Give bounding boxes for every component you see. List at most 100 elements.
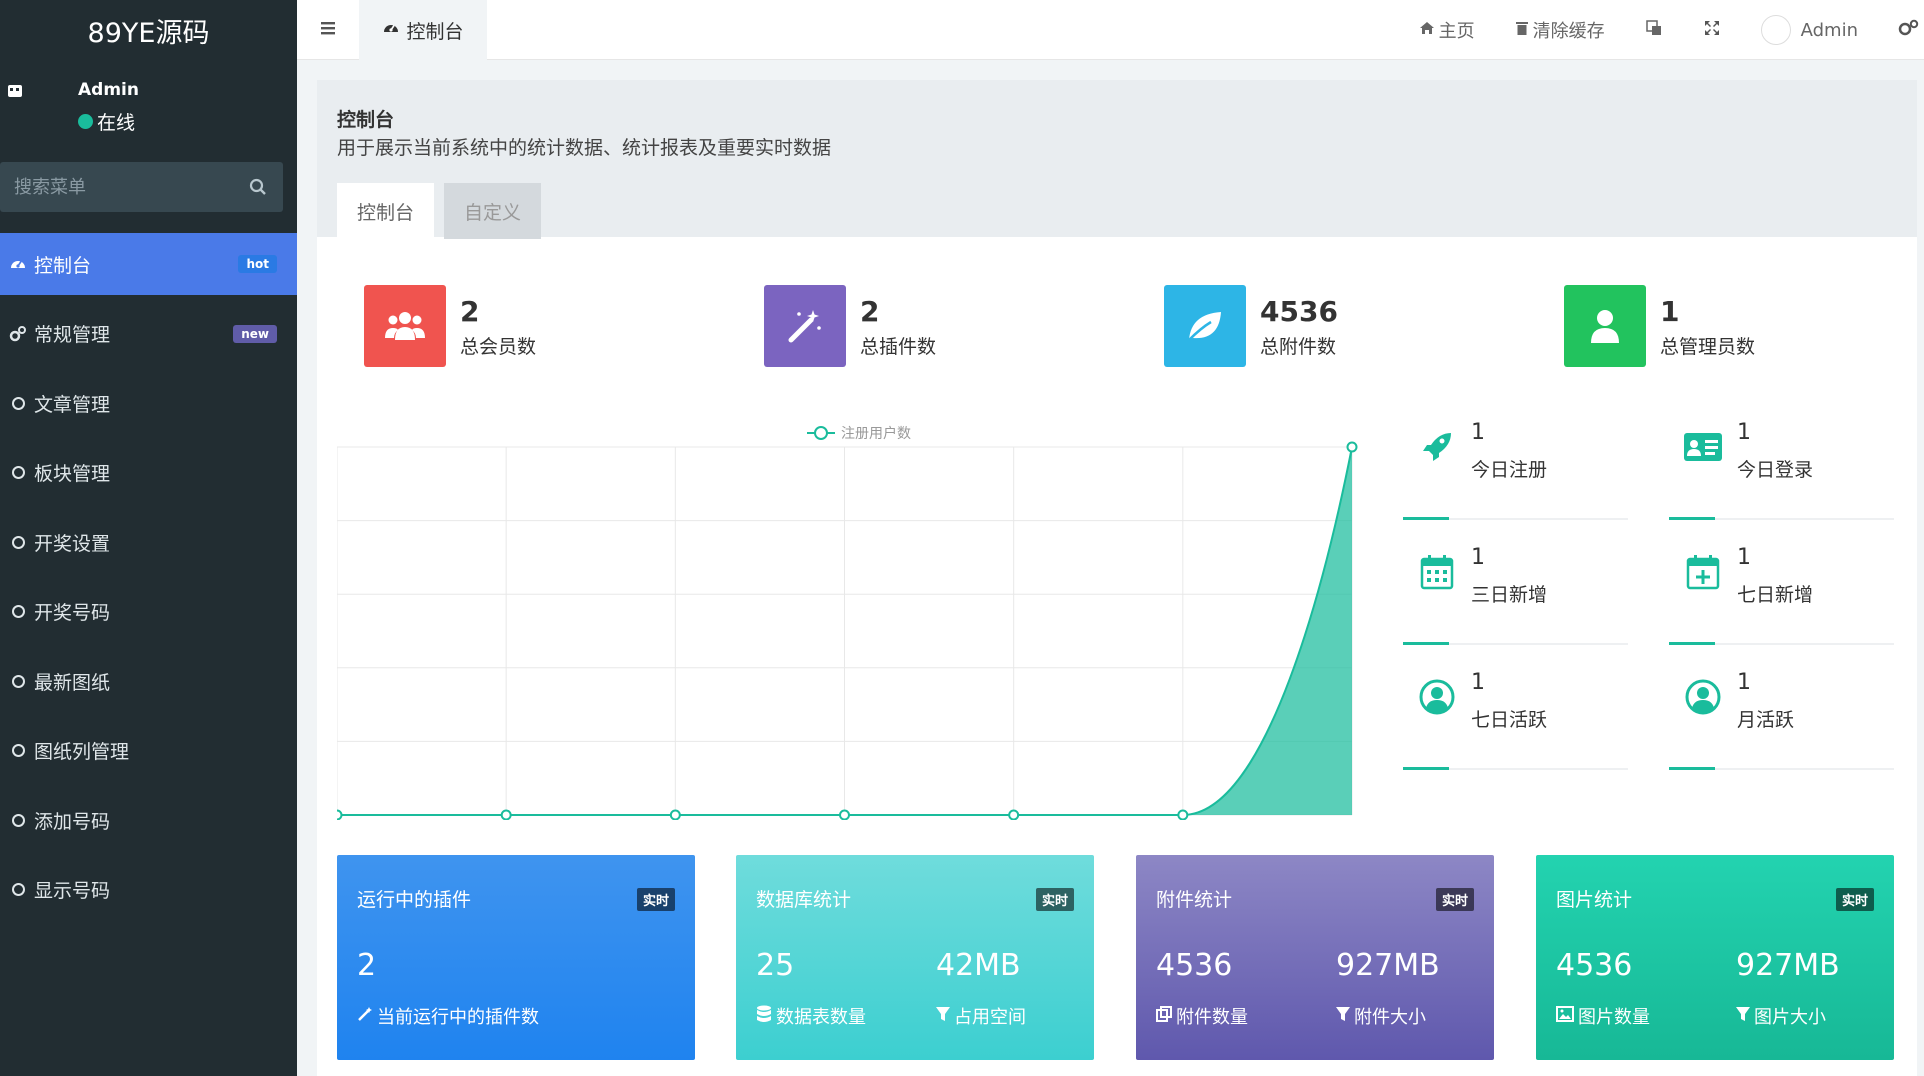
user-status: 在线	[78, 108, 135, 135]
circle-icon	[8, 880, 28, 900]
avatar	[1760, 15, 1791, 45]
card-value: 4536	[1556, 948, 1633, 983]
admin-dropdown[interactable]: Admin	[1741, 15, 1878, 45]
stat-label: 总附件数	[1260, 335, 1337, 358]
card-subtitle-2: 占用空间	[936, 1003, 1026, 1029]
home-icon	[1419, 20, 1435, 41]
sidebar-item-general[interactable]: 常规管理 new	[0, 303, 297, 365]
data-point	[669, 809, 681, 820]
mini-stat-label: 月活跃	[1737, 709, 1795, 731]
dashboard-icon	[8, 254, 28, 274]
card-title: 运行中的插件	[357, 889, 472, 911]
card-value: 25	[756, 948, 795, 983]
mini-stat-value: 1	[1737, 420, 1751, 445]
sidebar-search	[0, 162, 283, 212]
avatar[interactable]	[6, 82, 56, 132]
sidebar-item-label: 控制台	[34, 254, 92, 277]
mini-stat-bar	[1669, 517, 1715, 520]
hamburger-menu-icon[interactable]	[319, 18, 339, 38]
brand-logo[interactable]: 89YE源码	[0, 0, 297, 60]
mini-stat-value: 1	[1737, 545, 1751, 570]
fullscreen-button[interactable]	[1683, 19, 1741, 42]
sidebar-item-label: 文章管理	[34, 393, 111, 416]
filter-icon	[1336, 1006, 1350, 1027]
legend-marker	[814, 426, 828, 440]
mini-stat-label: 今日登录	[1737, 459, 1814, 481]
mini-stat-value: 1	[1471, 545, 1485, 570]
home-link[interactable]: 主页	[1399, 17, 1495, 43]
user-panel: Admin 在线	[0, 60, 297, 160]
card-subtitle: 附件数量	[1156, 1003, 1248, 1029]
clear-cache-label: 清除缓存	[1532, 21, 1605, 42]
sidebar-item-label: 开奖号码	[34, 602, 111, 624]
sidebar-item-latest-drawings[interactable]: 最新图纸	[0, 650, 297, 712]
page-description: 用于展示当前系统中的统计数据、统计报表及重要实时数据	[337, 137, 832, 159]
users-icon	[364, 285, 446, 367]
sidebar-item-label: 板块管理	[34, 463, 111, 485]
card-subtitle-label: 图片大小	[1754, 1007, 1826, 1028]
sidebar-item-sections[interactable]: 板块管理	[0, 442, 297, 504]
database-icon	[756, 1005, 772, 1028]
mini-stat-bar	[1403, 767, 1449, 770]
mini-stat-three-day-new: 1 三日新增	[1403, 540, 1628, 645]
mini-stat-monthly-active: 1 月活跃	[1669, 665, 1894, 770]
card-running-plugins: 运行中的插件 实时 2 当前运行中的插件数	[337, 855, 695, 1060]
top-navbar: 控制台 主页 清除缓存 Admin	[297, 0, 1924, 60]
sidebar-item-drawing-columns[interactable]: 图纸列管理	[0, 720, 297, 782]
dashboard-icon	[382, 19, 400, 42]
card-value-2: 927MB	[1336, 948, 1440, 983]
circle-icon	[8, 602, 28, 622]
user-icon	[1564, 285, 1646, 367]
stat-attachments: 4536 总附件数	[1164, 285, 1338, 367]
sidebar-item-label: 常规管理	[34, 324, 111, 346]
settings-button[interactable]	[1878, 19, 1924, 42]
sidebar-item-lottery-settings[interactable]: 开奖设置	[0, 511, 297, 573]
search-icon[interactable]	[249, 178, 267, 200]
clear-cache-button[interactable]: 清除缓存	[1495, 17, 1625, 43]
mini-stat-label: 三日新增	[1471, 584, 1548, 606]
sidebar-item-show-numbers[interactable]: 显示号码	[0, 859, 297, 921]
card-attachment-stats: 附件统计 实时 4536 927MB 附件数量 附件大小	[1136, 855, 1494, 1060]
page-header: 控制台 用于展示当前系统中的统计数据、统计报表及重要实时数据 控制台 自定义	[317, 80, 1917, 239]
filter-icon	[1736, 1006, 1750, 1027]
stat-plugins: 2 总插件数	[764, 285, 936, 367]
tab-custom[interactable]: 自定义	[444, 183, 542, 239]
page-title: 控制台	[337, 109, 395, 131]
search-input[interactable]	[14, 176, 234, 198]
sidebar-item-add-numbers[interactable]: 添加号码	[0, 789, 297, 851]
translate-icon	[1645, 19, 1663, 42]
realtime-badge: 实时	[1835, 888, 1874, 911]
data-point	[1346, 441, 1358, 453]
language-button[interactable]	[1625, 19, 1683, 42]
trash-icon	[1515, 20, 1529, 41]
card-title: 数据库统计	[756, 889, 852, 911]
card-value-2: 927MB	[1736, 948, 1840, 983]
sidebar-item-lottery-numbers[interactable]: 开奖号码	[0, 581, 297, 643]
cogs-icon	[8, 324, 28, 344]
mini-stat-today-register: 1 今日注册	[1403, 415, 1628, 520]
stat-value: 2	[460, 294, 480, 328]
stat-label: 总插件数	[860, 335, 937, 358]
tab-dashboard[interactable]: 控制台	[359, 0, 487, 60]
tab-dashboard[interactable]: 控制台	[337, 183, 435, 239]
card-title: 附件统计	[1156, 889, 1233, 911]
sidebar-menu: 控制台 hot 常规管理 new 文章管理 板块管理 开奖设置 开奖号码 最新图…	[0, 233, 297, 928]
magic-wand-icon	[764, 285, 846, 367]
filter-icon	[936, 1006, 950, 1027]
registrations-chart: 04-132024-04-142024-04-152024-04-162024-…	[337, 425, 1358, 820]
magic-wand-icon	[357, 1006, 373, 1027]
circle-icon	[8, 532, 28, 552]
data-point	[839, 809, 850, 820]
sidebar-item-articles[interactable]: 文章管理	[0, 372, 297, 434]
admin-label: Admin	[1800, 19, 1858, 41]
user-name: Admin	[78, 80, 139, 100]
sidebar-item-dashboard[interactable]: 控制台 hot	[0, 233, 297, 295]
calendar-icon	[1417, 552, 1457, 592]
data-point	[1008, 809, 1020, 820]
card-database-stats: 数据库统计 实时 25 42MB 数据表数量 占用空间	[736, 855, 1094, 1060]
card-subtitle-2: 图片大小	[1736, 1003, 1826, 1029]
id-card-icon	[1683, 427, 1723, 467]
stat-members: 2 总会员数	[364, 285, 536, 367]
card-value: 4536	[1156, 948, 1233, 983]
card-value: 2	[357, 948, 377, 983]
